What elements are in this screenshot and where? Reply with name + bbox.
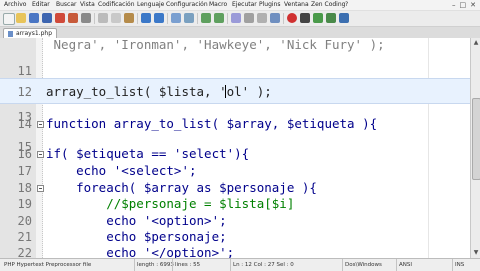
toolbar-separator: [137, 13, 138, 24]
scroll-up-icon[interactable]: ▲: [472, 39, 480, 47]
menu-ventana[interactable]: Ventana: [284, 1, 309, 9]
new-file-icon[interactable]: [3, 13, 15, 25]
run-macro-multiple-icon[interactable]: [326, 13, 336, 23]
menu-zen-coding[interactable]: Zen Coding: [311, 1, 345, 9]
file-icon: [8, 31, 13, 37]
menu-ejecutar[interactable]: Ejecutar: [232, 1, 257, 9]
record-macro-icon[interactable]: [287, 13, 297, 23]
copy-icon[interactable]: [111, 13, 121, 23]
menu-archivo[interactable]: Archivo: [4, 1, 26, 9]
paste-icon[interactable]: [124, 13, 134, 23]
status-file-type: PHP Hypertext Preprocessor file: [4, 262, 92, 268]
print-icon[interactable]: [81, 13, 91, 23]
vertical-scrollbar[interactable]: ▲ ▼: [470, 38, 480, 258]
menu-configuracion[interactable]: Configuración: [166, 1, 208, 9]
find-icon[interactable]: [171, 13, 181, 23]
open-folder-icon[interactable]: [16, 13, 26, 23]
status-length: length : 6993: [134, 259, 174, 271]
word-wrap-icon[interactable]: [244, 13, 254, 23]
menu-editar[interactable]: Editar: [32, 1, 50, 9]
minimize-icon[interactable]: –: [452, 0, 456, 10]
menu-lenguaje[interactable]: Lenguaje: [137, 1, 164, 9]
toolbar: [0, 11, 480, 27]
status-position: Ln : 12 Col : 27 Sel : 0: [230, 259, 294, 271]
show-all-chars-icon[interactable]: [257, 13, 267, 23]
fold-minus-icon[interactable]: [37, 121, 44, 128]
menu-bar: Archivo Editar Buscar Vista Codificación…: [0, 0, 480, 11]
toolbar-separator: [94, 13, 95, 24]
save-icon[interactable]: [29, 13, 39, 23]
toolbar-separator: [167, 13, 168, 24]
close-icon[interactable]: ✕: [470, 0, 476, 10]
fold-minus-icon[interactable]: [37, 151, 44, 158]
status-bar: PHP Hypertext Preprocessor file length :…: [0, 258, 480, 271]
close-all-icon[interactable]: [68, 13, 78, 23]
text-caret: [225, 85, 226, 98]
menu-buscar[interactable]: Buscar: [56, 1, 77, 9]
maximize-icon[interactable]: □: [460, 0, 467, 10]
stop-macro-icon[interactable]: [300, 13, 310, 23]
status-insert-mode: INS: [452, 259, 464, 271]
close-file-icon[interactable]: [55, 13, 65, 23]
window-controls: – □ ✕: [452, 0, 476, 10]
sync-scroll-icon[interactable]: [231, 13, 241, 23]
menu-vista[interactable]: Vista: [80, 1, 95, 9]
toolbar-separator: [197, 13, 198, 24]
save-all-icon[interactable]: [42, 13, 52, 23]
code-line-current: 12 array_to_list( $lista, 'ol' );: [0, 78, 470, 104]
line-number: 11: [17, 64, 32, 78]
undo-icon[interactable]: [141, 13, 151, 23]
toolbar-separator: [283, 13, 284, 24]
cut-icon[interactable]: [98, 13, 108, 23]
menu-help[interactable]: ?: [345, 1, 348, 9]
status-lines: lines : 55: [172, 259, 200, 271]
toolbar-separator: [227, 13, 228, 24]
line-number: 14: [17, 117, 32, 131]
status-encoding: ANSI: [396, 259, 412, 271]
code-text: function array_to_list( $array, $etiquet…: [46, 116, 378, 131]
code-line: Negra', 'Ironman', 'Hawkeye', 'Nick Fury…: [0, 38, 470, 58]
menu-codificacion[interactable]: Codificación: [98, 1, 135, 9]
indent-guide-icon[interactable]: [270, 13, 280, 23]
menu-plugins[interactable]: Plugins: [259, 1, 281, 9]
save-macro-icon[interactable]: [339, 13, 349, 23]
status-eol: Dos\Windows: [342, 259, 382, 271]
zoom-in-icon[interactable]: [201, 13, 211, 23]
scroll-thumb[interactable]: [472, 98, 480, 180]
replace-icon[interactable]: [184, 13, 194, 23]
redo-icon[interactable]: [154, 13, 164, 23]
line-number: 12: [17, 85, 32, 99]
scroll-down-icon[interactable]: ▼: [472, 249, 480, 257]
zoom-out-icon[interactable]: [214, 13, 224, 23]
menu-macro[interactable]: Macro: [209, 1, 227, 9]
play-macro-icon[interactable]: [313, 13, 323, 23]
code-text: Negra', 'Ironman', 'Hawkeye', 'Nick Fury…: [46, 38, 385, 52]
code-text: array_to_list( $lista, 'ol' );: [46, 84, 272, 99]
code-editor[interactable]: Negra', 'Ironman', 'Hawkeye', 'Nick Fury…: [0, 38, 470, 258]
